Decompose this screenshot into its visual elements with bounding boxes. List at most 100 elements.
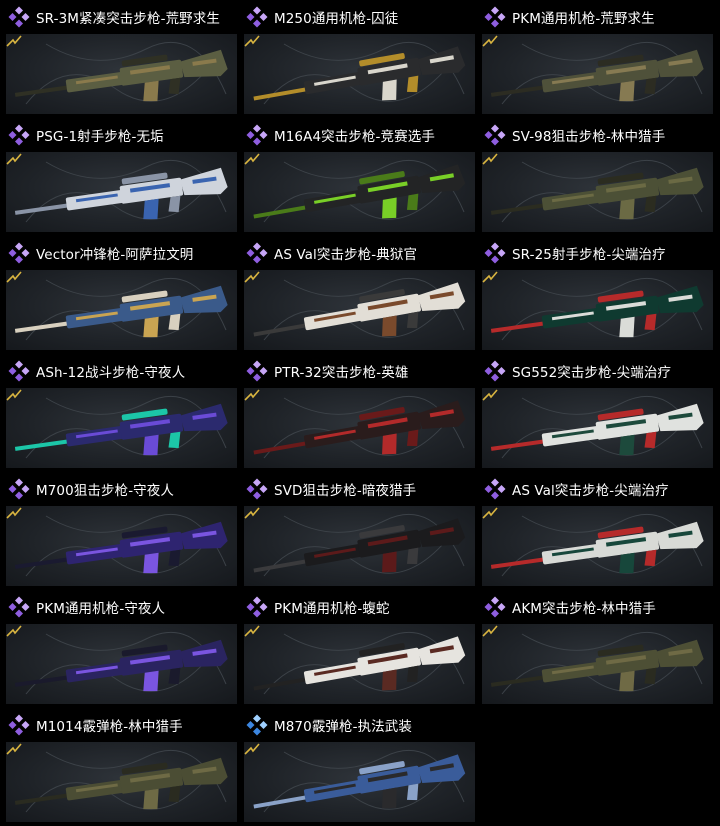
skin-card-header: SG552突击步枪-尖端治疗 [476,354,710,388]
weapon-skin-image [490,159,704,223]
skin-preview[interactable] [6,624,237,704]
purple-rarity-diamond-icon [484,124,506,146]
skin-preview[interactable] [244,34,475,114]
rarity-corner-icon [482,507,498,519]
weapon-skin-image [253,513,466,577]
skin-card[interactable]: Vector冲锋枪-阿萨拉文明 [0,236,237,352]
skin-card[interactable]: M16A4突击步枪-竞赛选手 [238,118,475,234]
skin-card-header: M16A4突击步枪-竞赛选手 [238,118,472,152]
skin-card[interactable]: M700狙击步枪-守夜人 [0,472,237,588]
skin-title: AS Val突击步枪-典狱官 [274,247,418,263]
skin-card[interactable]: SVD狙击步枪-暗夜猎手 [238,472,475,588]
rarity-corner-icon [6,35,22,47]
rarity-corner-icon [6,389,22,401]
rarity-corner-icon [244,625,260,637]
skin-card[interactable]: SR-3M紧凑突击步枪-荒野求生 [0,0,237,116]
purple-rarity-diamond-icon [8,242,30,264]
skin-card[interactable]: PKM通用机枪-荒野求生 [476,0,713,116]
skin-title: M1014霰弹枪-林中猎手 [36,719,183,735]
weapon-skin-image [490,41,704,105]
skin-card[interactable]: M1014霰弹枪-林中猎手 [0,708,237,824]
weapon-skin-image [253,277,466,341]
rarity-corner-icon [482,35,498,47]
skin-card[interactable]: AS Val突击步枪-典狱官 [238,236,475,352]
skin-card-header: M870霰弹枪-执法武装 [238,708,472,742]
skin-preview[interactable] [482,270,713,350]
skin-card[interactable]: SR-25射手步枪-尖端治疗 [476,236,713,352]
skin-title: Vector冲锋枪-阿萨拉文明 [36,247,194,263]
skin-card[interactable]: M870霰弹枪-执法武装 [238,708,475,824]
skin-title: PTR-32突击步枪-英雄 [274,365,409,381]
skin-card[interactable]: SV-98狙击步枪-林中猎手 [476,118,713,234]
skin-card[interactable]: SG552突击步枪-尖端治疗 [476,354,713,470]
skin-title: SR-25射手步枪-尖端治疗 [512,247,666,263]
skin-card[interactable]: ASh-12战斗步枪-守夜人 [0,354,237,470]
weapon-skin-image [14,749,228,813]
skin-card-header: Vector冲锋枪-阿萨拉文明 [0,236,234,270]
weapon-skin-image [253,395,466,459]
weapon-skin-image [14,513,228,577]
skin-title: ASh-12战斗步枪-守夜人 [36,365,186,381]
skin-card-header: ASh-12战斗步枪-守夜人 [0,354,234,388]
purple-rarity-diamond-icon [246,124,268,146]
rarity-corner-icon [6,271,22,283]
skin-card-header: AS Val突击步枪-尖端治疗 [476,472,710,506]
skin-preview[interactable] [6,506,237,586]
skin-card[interactable]: M250通用机枪-囚徒 [238,0,475,116]
skin-preview[interactable] [482,388,713,468]
weapon-skin-image [253,749,466,813]
skin-title: M250通用机枪-囚徒 [274,11,399,27]
purple-rarity-diamond-icon [8,6,30,28]
skin-card-header: M700狙击步枪-守夜人 [0,472,234,506]
skin-preview[interactable] [244,388,475,468]
skin-card-header: PKM通用机枪-守夜人 [0,590,234,624]
skin-preview[interactable] [482,152,713,232]
skin-title: PKM通用机枪-守夜人 [36,601,166,617]
skin-preview[interactable] [482,34,713,114]
rarity-corner-icon [482,389,498,401]
skin-preview[interactable] [244,152,475,232]
skin-preview[interactable] [6,152,237,232]
purple-rarity-diamond-icon [246,6,268,28]
skin-preview[interactable] [244,742,475,822]
skin-card[interactable]: PSG-1射手步枪-无垢 [0,118,237,234]
purple-rarity-diamond-icon [8,714,30,736]
skin-preview[interactable] [482,624,713,704]
skin-card-header: SR-25射手步枪-尖端治疗 [476,236,710,270]
weapon-skin-image [14,631,228,695]
skin-preview[interactable] [6,388,237,468]
skin-card[interactable]: AS Val突击步枪-尖端治疗 [476,472,713,588]
skin-card-header: SR-3M紧凑突击步枪-荒野求生 [0,0,234,34]
skin-title: M700狙击步枪-守夜人 [36,483,174,499]
skin-preview[interactable] [6,34,237,114]
skin-title: SVD狙击步枪-暗夜猎手 [274,483,417,499]
skin-title: SV-98狙击步枪-林中猎手 [512,129,666,145]
skin-card[interactable]: PKM通用机枪-蝮蛇 [238,590,475,706]
rarity-corner-icon [6,507,22,519]
skin-preview[interactable] [244,624,475,704]
weapon-skin-image [14,395,228,459]
skin-preview[interactable] [244,270,475,350]
skin-card[interactable]: PTR-32突击步枪-英雄 [238,354,475,470]
skin-preview[interactable] [6,742,237,822]
purple-rarity-diamond-icon [246,242,268,264]
weapon-skin-image [14,41,228,105]
purple-rarity-diamond-icon [8,124,30,146]
purple-rarity-diamond-icon [246,360,268,382]
skin-title: SR-3M紧凑突击步枪-荒野求生 [36,11,220,27]
skin-card-header: M250通用机枪-囚徒 [238,0,472,34]
weapon-skin-image [253,41,466,105]
skin-card-header: PSG-1射手步枪-无垢 [0,118,234,152]
skin-preview[interactable] [6,270,237,350]
skin-preview[interactable] [482,506,713,586]
skin-card-header: AS Val突击步枪-典狱官 [238,236,472,270]
skin-card-header: PKM通用机枪-荒野求生 [476,0,710,34]
purple-rarity-diamond-icon [484,6,506,28]
skin-card[interactable]: PKM通用机枪-守夜人 [0,590,237,706]
weapon-skin-image [490,513,704,577]
rarity-corner-icon [244,271,260,283]
skin-title: PSG-1射手步枪-无垢 [36,129,164,145]
skin-card[interactable]: AKM突击步枪-林中猎手 [476,590,713,706]
skin-card-header: AKM突击步枪-林中猎手 [476,590,710,624]
skin-preview[interactable] [244,506,475,586]
